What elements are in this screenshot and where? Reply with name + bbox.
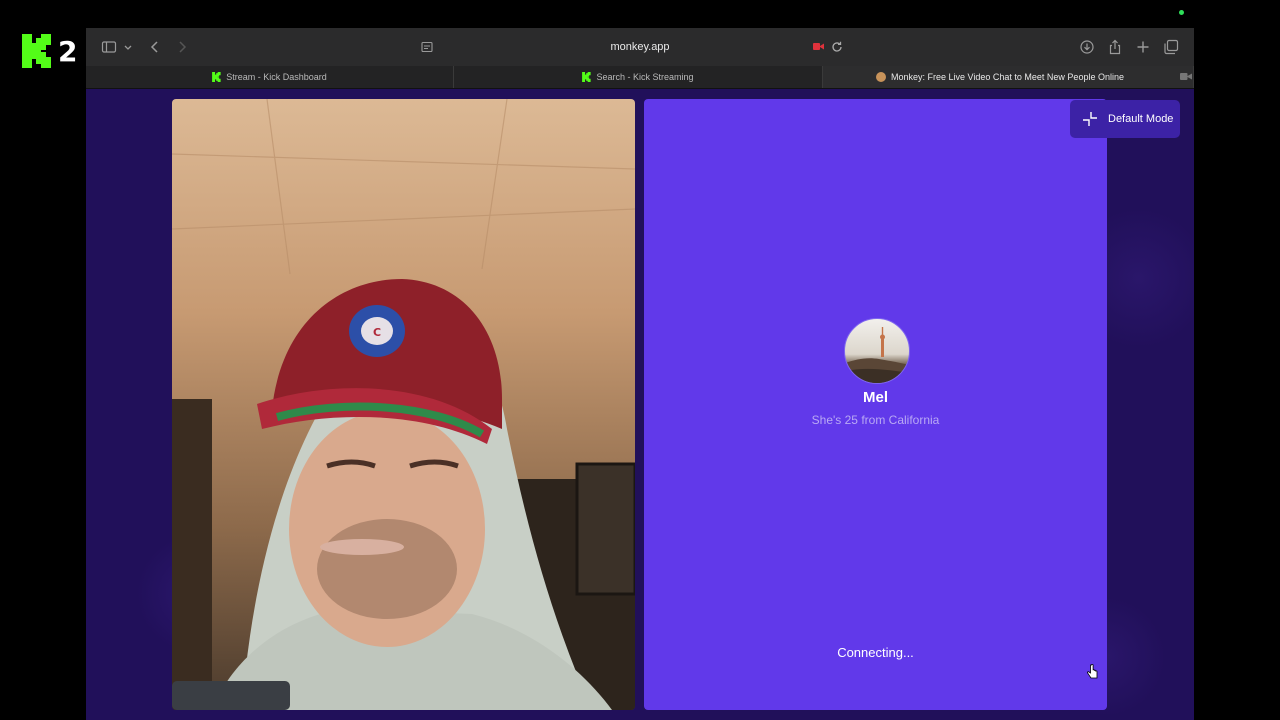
chevron-down-icon[interactable] <box>123 39 133 55</box>
address-bar[interactable]: monkey.app <box>416 36 864 58</box>
browser-toolbar: monkey.app <box>86 28 1194 66</box>
default-mode-label: Default Mode <box>1108 113 1174 125</box>
connection-status: Connecting... <box>837 645 914 660</box>
kick-logo-icon <box>22 34 51 68</box>
browser-window: monkey.app Stream - Kick Dashboard Searc… <box>86 28 1194 720</box>
share-icon[interactable] <box>1107 39 1123 55</box>
match-subtitle: She's 25 from California <box>811 413 940 427</box>
kick-favicon-icon <box>212 72 221 82</box>
sidebar-toggle-icon[interactable] <box>101 39 117 55</box>
hand-cursor-icon <box>1087 664 1098 679</box>
avatar-image <box>845 327 909 383</box>
overlay-number: 2 <box>58 34 78 68</box>
match-avatar <box>844 318 910 384</box>
tab-label: Monkey: Free Live Video Chat to Meet New… <box>891 72 1124 82</box>
tab-kick-search[interactable]: Search - Kick Streaming <box>454 66 823 88</box>
tab-overview-icon[interactable] <box>1163 39 1179 55</box>
monkey-app-page: C Mel She's 25 from California Connectin… <box>86 89 1194 720</box>
url-text: monkey.app <box>610 41 670 53</box>
default-mode-button[interactable]: Default Mode <box>1070 100 1180 138</box>
tab-camera-icon <box>1180 73 1192 80</box>
kick-favicon-icon <box>582 72 592 82</box>
reload-icon[interactable] <box>830 40 844 54</box>
match-name: Mel <box>862 389 888 406</box>
tab-bar: Stream - Kick Dashboard Search - Kick St… <box>86 66 1194 89</box>
page-settings-icon[interactable] <box>420 40 434 54</box>
webcam-image: C <box>172 99 635 710</box>
downloads-icon[interactable] <box>1079 39 1095 55</box>
tab-kick-dashboard[interactable]: Stream - Kick Dashboard <box>86 66 454 88</box>
svg-text:C: C <box>373 326 381 339</box>
tab-label: Stream - Kick Dashboard <box>226 72 327 82</box>
kick-overlay-logo: 2 <box>22 34 77 68</box>
match-panel: Mel She's 25 from California Connecting.… <box>644 99 1107 710</box>
new-tab-icon[interactable] <box>1135 39 1151 55</box>
status-dot <box>1179 10 1184 15</box>
tab-monkey[interactable]: Monkey: Free Live Video Chat to Meet New… <box>823 66 1194 88</box>
tab-label: Search - Kick Streaming <box>596 72 694 82</box>
forward-icon[interactable] <box>174 39 190 55</box>
collapse-icon <box>1083 112 1097 126</box>
back-icon[interactable] <box>147 39 163 55</box>
self-camera-feed: C <box>172 99 635 710</box>
camera-recording-icon[interactable] <box>813 42 824 51</box>
monkey-favicon-icon <box>876 72 887 82</box>
